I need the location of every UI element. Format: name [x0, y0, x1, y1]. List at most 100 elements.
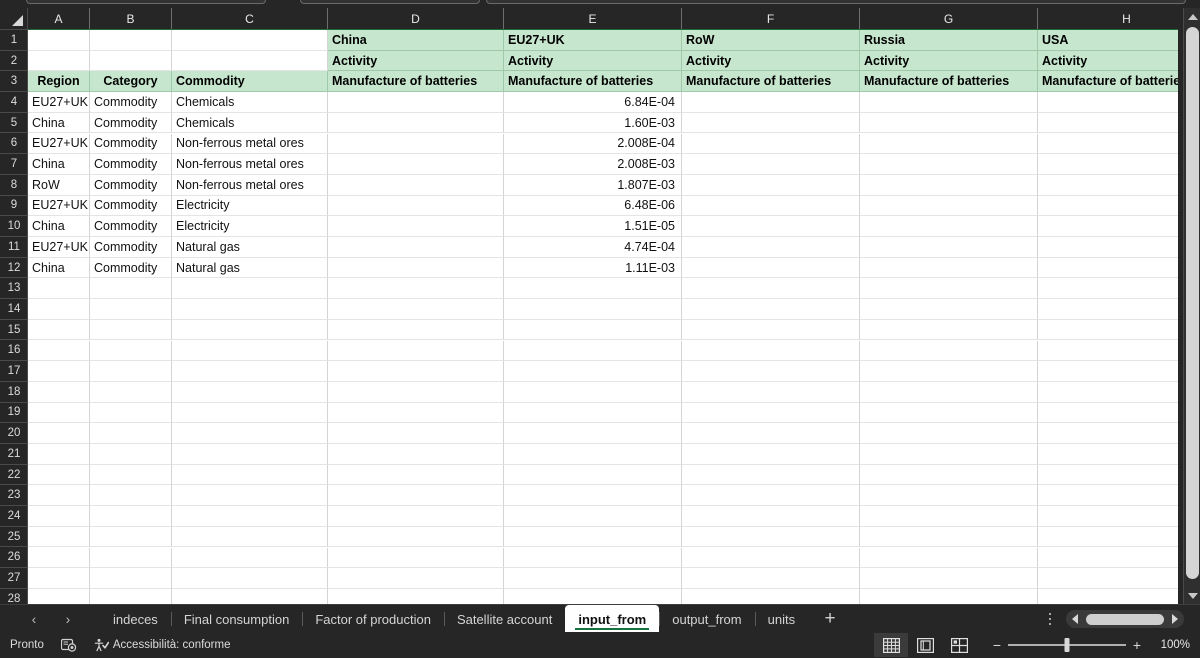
empty-cell-r26-ch[interactable]	[1038, 548, 1178, 569]
cell-area[interactable]: China EU27+UK RoW Russia USA Activity Activity…	[28, 30, 1178, 604]
row-header-13[interactable]: 13	[0, 278, 27, 300]
empty-cell-r27-ce[interactable]	[504, 568, 682, 589]
empty-cell-r14-cf[interactable]	[682, 299, 860, 320]
header-commodity-2[interactable]: Commodity	[172, 71, 328, 93]
empty-cell-r16-cg[interactable]	[860, 340, 1038, 362]
empty-cell-r21-ce[interactable]	[504, 444, 682, 465]
cell-usa-r7[interactable]	[1038, 154, 1178, 175]
empty-cell-r14-ca[interactable]	[28, 299, 90, 320]
cell-usa-r6[interactable]	[1038, 134, 1178, 155]
zoom-out-button[interactable]: −	[986, 637, 1008, 653]
cell-russia-r6[interactable]	[860, 133, 1038, 155]
empty-cell-r21-cb[interactable]	[90, 444, 172, 465]
row-header-4[interactable]: 4	[0, 92, 27, 113]
zoom-level-label[interactable]: 100%	[1148, 639, 1200, 651]
empty-cell-r22-cb[interactable]	[90, 464, 172, 486]
scroll-right-arrow-icon[interactable]	[1166, 614, 1184, 624]
header-category-7[interactable]: Activity	[1038, 50, 1178, 72]
sheet-tab-output-from[interactable]: output_from	[659, 605, 754, 633]
empty-cell-r15-cd[interactable]	[328, 319, 504, 341]
empty-cell-r15-cg[interactable]	[860, 319, 1038, 341]
empty-cell-r23-cb[interactable]	[90, 485, 172, 507]
header-region-4[interactable]: EU27+UK	[504, 30, 682, 51]
empty-cell-r24-cf[interactable]	[682, 506, 860, 527]
row-header-17[interactable]: 17	[0, 361, 27, 382]
empty-cell-r1-1[interactable]	[90, 30, 172, 51]
empty-cell-r18-ch[interactable]	[1038, 382, 1178, 403]
cell-commodity-r4[interactable]: Chemicals	[172, 92, 328, 113]
empty-cell-r19-ce[interactable]	[504, 402, 682, 424]
cell-eu27uk-r11[interactable]: 4.74E-04	[504, 237, 682, 258]
cell-china-r6[interactable]	[328, 133, 504, 155]
column-header-f[interactable]: F	[682, 8, 860, 30]
row-header-7[interactable]: 7	[0, 154, 27, 175]
header-category-6[interactable]: Activity	[860, 50, 1038, 72]
empty-cell-r26-ce[interactable]	[504, 547, 682, 569]
cell-row-r8[interactable]	[682, 174, 860, 196]
empty-cell-r2-2[interactable]	[172, 50, 328, 72]
header-commodity-0[interactable]: Region	[28, 71, 90, 93]
empty-cell-r21-cc[interactable]	[172, 444, 328, 465]
empty-cell-r20-ca[interactable]	[28, 423, 90, 444]
cell-region-r10[interactable]: China	[28, 216, 90, 237]
empty-cell-r19-ca[interactable]	[28, 402, 90, 424]
page-layout-view-button[interactable]	[908, 633, 942, 657]
row-header-22[interactable]: 22	[0, 465, 27, 486]
empty-cell-r17-cb[interactable]	[90, 361, 172, 382]
row-header-18[interactable]: 18	[0, 382, 27, 403]
cell-category-r8[interactable]: Commodity	[90, 174, 172, 196]
cell-usa-r4[interactable]	[1038, 92, 1178, 113]
sheet-tab-final-consumption[interactable]: Final consumption	[170, 605, 303, 633]
formula-input[interactable]	[486, 0, 1186, 4]
empty-cell-r22-cf[interactable]	[682, 464, 860, 486]
cell-category-r11[interactable]: Commodity	[90, 237, 172, 258]
cell-eu27uk-r8[interactable]: 1.807E-03	[504, 174, 682, 196]
header-region-7[interactable]: USA	[1038, 30, 1178, 51]
cell-row-r10[interactable]	[682, 216, 860, 237]
empty-cell-r28-ca[interactable]	[28, 588, 90, 604]
cell-russia-r4[interactable]	[860, 92, 1038, 113]
sheet-tab-indeces[interactable]: indeces	[100, 605, 171, 633]
scroll-down-arrow-icon[interactable]	[1184, 587, 1200, 604]
empty-cell-r17-cc[interactable]	[172, 361, 328, 382]
row-header-26[interactable]: 26	[0, 548, 27, 569]
row-header-27[interactable]: 27	[0, 568, 27, 589]
row-header-25[interactable]: 25	[0, 527, 27, 548]
row-header-2[interactable]: 2	[0, 51, 27, 72]
empty-cell-r18-cd[interactable]	[328, 381, 504, 403]
empty-cell-r21-ca[interactable]	[28, 444, 90, 465]
empty-cell-r13-ch[interactable]	[1038, 278, 1178, 300]
empty-cell-r23-ca[interactable]	[28, 485, 90, 507]
cell-china-r5[interactable]	[328, 112, 504, 134]
cell-region-r7[interactable]: China	[28, 154, 90, 175]
empty-cell-r22-cd[interactable]	[328, 464, 504, 486]
row-header-9[interactable]: 9	[0, 196, 27, 217]
row-header-16[interactable]: 16	[0, 341, 27, 362]
empty-cell-r15-cc[interactable]	[172, 319, 328, 341]
add-sheet-button[interactable]: +	[808, 605, 852, 633]
empty-cell-r22-ch[interactable]	[1038, 465, 1178, 486]
empty-cell-r25-ch[interactable]	[1038, 527, 1178, 548]
cell-row-r12[interactable]	[682, 257, 860, 279]
cell-category-r7[interactable]: Commodity	[90, 154, 172, 175]
empty-cell-r25-cf[interactable]	[682, 526, 860, 548]
empty-cell-r1-2[interactable]	[172, 30, 328, 51]
empty-cell-r2-1[interactable]	[90, 50, 172, 72]
cell-eu27uk-r10[interactable]: 1.51E-05	[504, 216, 682, 237]
cell-row-r5[interactable]	[682, 112, 860, 134]
header-commodity-7[interactable]: Manufacture of batteries	[1038, 71, 1178, 93]
empty-cell-r18-cg[interactable]	[860, 381, 1038, 403]
sheet-tab-units[interactable]: units	[754, 605, 808, 633]
empty-cell-r23-cf[interactable]	[682, 485, 860, 507]
row-header-23[interactable]: 23	[0, 485, 27, 507]
empty-cell-r16-cb[interactable]	[90, 340, 172, 362]
empty-cell-r27-cg[interactable]	[860, 568, 1038, 589]
empty-cell-r19-cb[interactable]	[90, 402, 172, 424]
cell-region-r8[interactable]: RoW	[28, 174, 90, 196]
next-sheet-arrow-icon[interactable]: ›	[54, 605, 82, 633]
empty-cell-r16-ce[interactable]	[504, 340, 682, 362]
cell-eu27uk-r7[interactable]: 2.008E-03	[504, 154, 682, 175]
empty-cell-r22-ca[interactable]	[28, 464, 90, 486]
cell-china-r10[interactable]	[328, 216, 504, 237]
empty-cell-r21-cd[interactable]	[328, 444, 504, 465]
